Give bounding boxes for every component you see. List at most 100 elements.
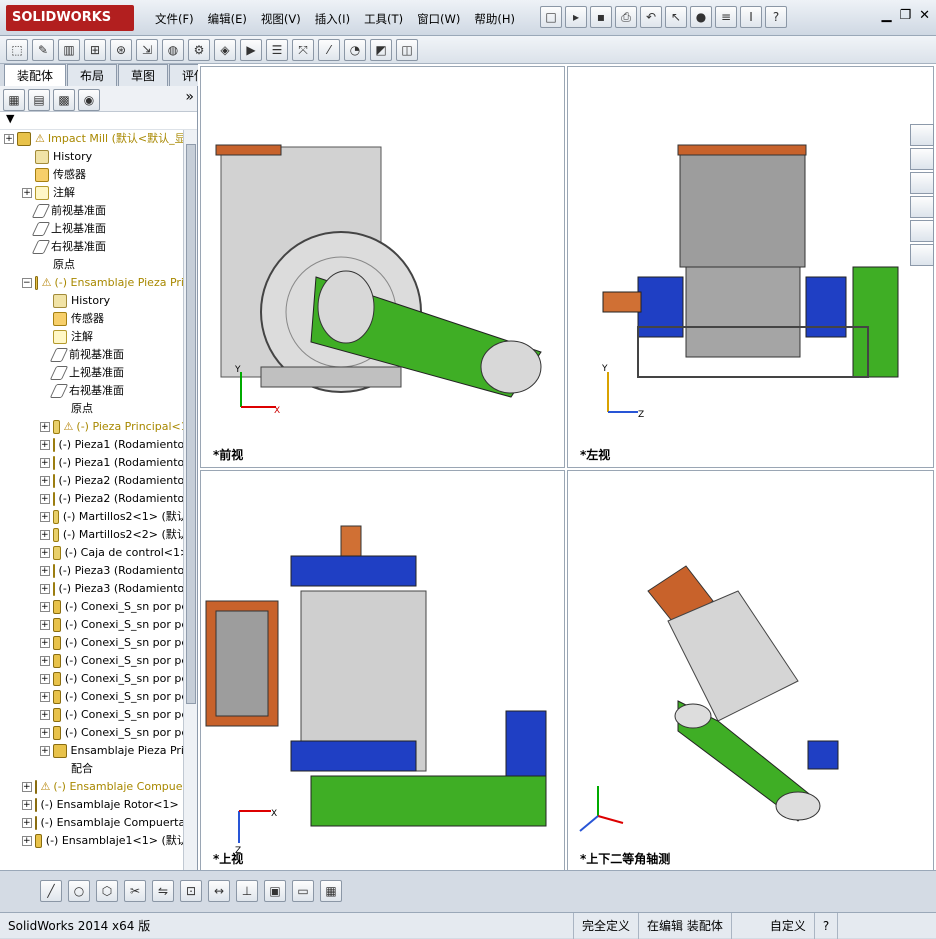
menu-item-6[interactable]: 帮助(H) — [469, 10, 520, 28]
sketch-circle-icon[interactable]: ○ — [68, 879, 90, 902]
tab-2[interactable]: 草图 — [118, 64, 169, 86]
single-view-icon[interactable]: ▭ — [292, 879, 314, 902]
custom-properties-icon[interactable] — [910, 244, 934, 266]
tree-item[interactable]: + 注解 — [0, 184, 197, 202]
instant3d-icon[interactable]: ◔ — [344, 39, 366, 61]
tree-item[interactable]: + Ensamblaje Pieza Princ — [0, 742, 197, 760]
tree-item[interactable]: + (-) Conexi_S_sn por perr — [0, 724, 197, 742]
insert-components-icon[interactable]: ⬚ — [6, 39, 28, 61]
expand-toggle-icon[interactable]: + — [40, 530, 50, 540]
expand-toggle-icon[interactable]: + — [40, 728, 50, 738]
component-preview-icon[interactable]: ▥ — [58, 39, 80, 61]
expand-toggle-icon[interactable]: + — [40, 512, 50, 522]
tree-item[interactable]: + (-) Pieza2 (Rodamiento)< — [0, 490, 197, 508]
file-properties-icon[interactable]: ≡ — [715, 6, 737, 28]
expand-toggle-icon[interactable]: + — [40, 620, 50, 630]
expand-toggle-icon[interactable]: + — [22, 818, 32, 828]
tree-item[interactable]: + (-) Conexi_S_sn por perr — [0, 670, 197, 688]
expand-toggle-icon[interactable]: + — [40, 494, 50, 504]
tree-item[interactable]: History — [0, 292, 197, 310]
tree-item[interactable]: + (-) Pieza2 (Rodamiento)< — [0, 472, 197, 490]
appearances-scenes-icon[interactable] — [910, 220, 934, 242]
tree-item[interactable]: 右视基准面 — [0, 238, 197, 256]
mate-icon[interactable]: ✎ — [32, 39, 54, 61]
expand-toggle-icon[interactable]: + — [4, 134, 14, 144]
filter-icon[interactable]: ▼ — [0, 112, 197, 130]
viewport-iso[interactable]: *上下二等角轴测 — [567, 470, 934, 872]
print-icon[interactable]: ⎙ — [615, 6, 637, 28]
sketch-mirror-icon[interactable]: ⇋ — [152, 879, 174, 902]
expand-toggle-icon[interactable]: + — [22, 800, 32, 810]
tree-item[interactable]: 上视基准面 — [0, 220, 197, 238]
tree-item[interactable]: + (-) Pieza1 (Rodamiento)< — [0, 436, 197, 454]
open-folder-icon[interactable]: ▸ — [565, 6, 587, 28]
close-icon[interactable]: ✕ — [919, 8, 930, 23]
rebuild-traffic-light-icon[interactable]: ● — [690, 6, 712, 28]
tree-item[interactable]: + (-) Conexi_S_sn por perr — [0, 688, 197, 706]
tree-item[interactable]: + (-) Ensamblaje1<1> (默认< — [0, 832, 197, 850]
minimize-icon[interactable]: ▁ — [881, 8, 891, 23]
expand-toggle-icon[interactable]: + — [40, 656, 50, 666]
tree-item[interactable]: + (-) Conexi_S_sn por perr — [0, 652, 197, 670]
property-manager-tab-icon[interactable]: ▤ — [28, 89, 50, 111]
tree-item[interactable]: + (-) Ensamblaje Compuerta Tr — [0, 814, 197, 832]
smart-fasteners-icon[interactable]: ⊛ — [110, 39, 132, 61]
assembly-features-icon[interactable]: ⚙ — [188, 39, 210, 61]
save-icon[interactable]: ▪ — [590, 6, 612, 28]
viewport-top[interactable]: Z X *上视 — [200, 470, 565, 872]
sketch-offset-icon[interactable]: ⊡ — [180, 879, 202, 902]
tree-item[interactable]: 上视基准面 — [0, 364, 197, 382]
design-library-icon[interactable] — [910, 148, 934, 170]
tree-item[interactable]: + ⚠ (-) Pieza Principal<1> — [0, 418, 197, 436]
tree-item[interactable]: 前视基准面 — [0, 202, 197, 220]
sketch-relation-icon[interactable]: ⊥ — [236, 879, 258, 902]
expand-toggle-icon[interactable]: + — [40, 458, 50, 468]
expand-toggle-icon[interactable]: + — [40, 602, 50, 612]
expand-toggle-icon[interactable]: + — [22, 782, 32, 792]
configuration-tab-icon[interactable]: ▩ — [53, 89, 75, 111]
expand-toggle-icon[interactable]: + — [40, 422, 50, 432]
new-document-icon[interactable]: □ — [540, 6, 562, 28]
tree-item[interactable]: 前视基准面 — [0, 346, 197, 364]
tree-item[interactable]: + (-) Conexi_S_sn por perr — [0, 634, 197, 652]
scroll-thumb[interactable] — [186, 144, 196, 704]
menu-item-5[interactable]: 窗口(W) — [412, 10, 465, 28]
tree-item[interactable]: 注解 — [0, 328, 197, 346]
tree-item[interactable]: 传感器 — [0, 310, 197, 328]
expand-toggle-icon[interactable]: + — [40, 638, 50, 648]
tree-item[interactable]: + (-) Pieza3 (Rodamiento)< — [0, 580, 197, 598]
show-hidden-icon[interactable]: ◍ — [162, 39, 184, 61]
tree-item[interactable]: + (-) Conexi_S_sn por perr — [0, 706, 197, 724]
snapshot-icon[interactable]: ◫ — [396, 39, 418, 61]
tree-item[interactable]: 原点 — [0, 400, 197, 418]
expand-toggle-icon[interactable]: + — [40, 476, 50, 486]
new-motion-study-icon[interactable]: ▶ — [240, 39, 262, 61]
select-cursor-icon[interactable]: ↖ — [665, 6, 687, 28]
feature-tree-tab-icon[interactable]: ▦ — [3, 89, 25, 111]
expand-toggle-icon[interactable]: + — [40, 710, 50, 720]
expand-toggle-icon[interactable]: + — [40, 548, 50, 558]
tree-item[interactable]: 配合 — [0, 760, 197, 778]
expand-toggle-icon[interactable]: + — [40, 674, 50, 684]
exploded-view-icon[interactable]: ⤧ — [292, 39, 314, 61]
menu-item-1[interactable]: 编辑(E) — [203, 10, 252, 28]
help-icon[interactable]: ? — [765, 6, 787, 28]
tree-item[interactable]: 原点 — [0, 256, 197, 274]
sketch-line-icon[interactable]: ╱ — [40, 879, 62, 902]
menu-item-2[interactable]: 视图(V) — [256, 10, 306, 28]
four-view-icon[interactable]: ▦ — [320, 879, 342, 902]
restore-icon[interactable]: ❐ — [899, 8, 911, 23]
tree-item[interactable]: + (-) Conexi_S_sn por perr — [0, 616, 197, 634]
expand-toggle-icon[interactable]: + — [40, 440, 50, 450]
tree-item[interactable]: 传感器 — [0, 166, 197, 184]
tree-item[interactable]: + (-) Martillos2<1> (默认< — [0, 508, 197, 526]
tree-scrollbar[interactable] — [183, 130, 197, 870]
menu-item-3[interactable]: 插入(I) — [310, 10, 355, 28]
expand-toggle-icon[interactable]: + — [40, 566, 50, 576]
menu-item-4[interactable]: 工具(T) — [359, 10, 408, 28]
tree-item[interactable]: + (-) Conexi_S_sn por perr — [0, 598, 197, 616]
file-explorer-icon[interactable] — [910, 172, 934, 194]
expand-toggle-icon[interactable]: + — [40, 584, 50, 594]
solidworks-logo[interactable]: SOLIDWORKS — [6, 5, 134, 31]
expand-toggle-icon[interactable]: + — [22, 188, 32, 198]
